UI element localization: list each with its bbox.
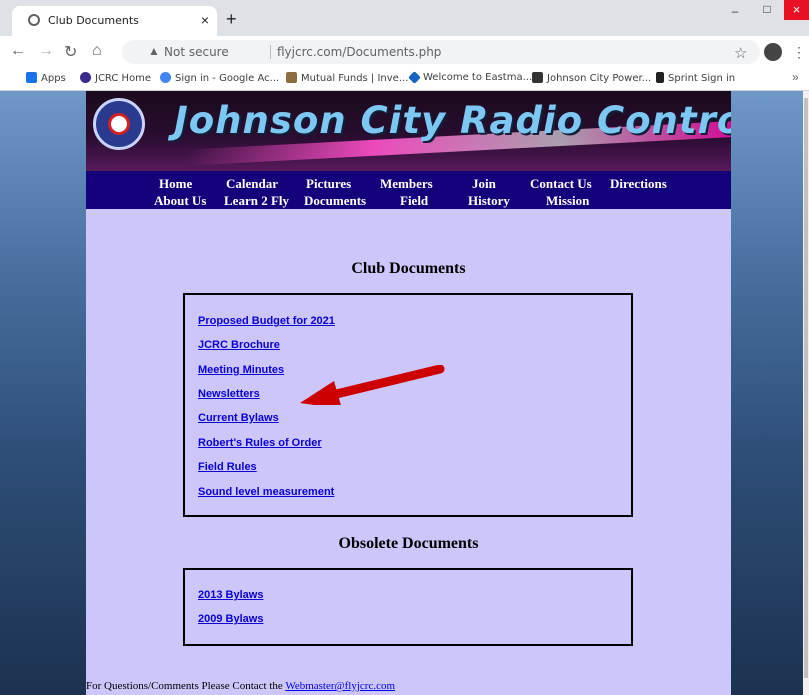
bookmark-sprint[interactable]: Sprint Sign in [656,72,735,84]
nav-pictures[interactable]: Pictures [306,176,351,192]
bookmark-johnson-city-power[interactable]: Johnson City Power... [532,72,651,84]
menu-kebab-icon[interactable]: ⋮ [792,44,806,61]
nav-history[interactable]: History [468,193,510,209]
bookmark-eastman[interactable]: Welcome to Eastma... [408,71,532,84]
nav-members[interactable]: Members [380,176,433,192]
window-maximize-button[interactable]: □ [760,2,774,16]
nav-field[interactable]: Field [400,193,428,209]
site-title: Johnson City Radio Controllers [174,99,731,142]
nav-mission[interactable]: Mission [546,193,589,209]
bookmark-apps[interactable]: Apps [26,72,66,84]
logo-emblem [108,113,130,135]
footer-text: For Questions/Comments Please Contact th… [86,680,286,692]
bookmark-mutual-funds[interactable]: Mutual Funds | Inve... [286,72,408,84]
doc-link-current-bylaws[interactable]: Current Bylaws [198,412,279,424]
mutual-funds-icon [286,72,297,83]
warning-icon: ▲ [148,44,160,58]
home-icon[interactable]: ⌂ [92,42,102,60]
webmaster-email-link[interactable]: Webmaster@flyjcrc.com [285,680,395,692]
site-banner: Johnson City Radio Controllers [86,91,731,171]
bookmarks-bar: Apps JCRC Home Sign in - Google Ac... Mu… [0,68,809,91]
power-board-icon [532,72,543,83]
nav-join[interactable]: Join [472,176,496,192]
google-icon [160,72,171,83]
obsolete-documents-heading: Obsolete Documents [338,535,479,552]
forward-icon[interactable]: → [38,42,54,60]
main-nav: Home Calendar Pictures Members Join Cont… [86,171,731,209]
obsolete-documents-box: 2013 Bylaws 2009 Bylaws [183,568,633,646]
bookmarks-more-icon[interactable]: » [792,70,799,84]
nav-learn-to-fly[interactable]: Learn 2 Fly [224,193,289,209]
reload-icon[interactable]: ↻ [64,42,77,62]
nav-documents[interactable]: Documents [304,193,366,209]
browser-tab[interactable]: Club Documents × [12,6,217,36]
jcrc-favicon-icon [80,72,91,83]
sprint-icon [656,72,664,83]
nav-home[interactable]: Home [159,176,192,192]
browser-toolbar: ← → ↻ ⌂ ▲ Not secure flyjcrc.com/Documen… [0,36,809,68]
club-logo [93,98,145,150]
scrollbar-thumb[interactable] [804,98,808,678]
security-label[interactable]: Not secure [164,45,229,59]
nav-calendar[interactable]: Calendar [226,176,278,192]
page-container: Johnson City Radio Controllers Home Cale… [86,91,731,695]
nav-contact-us[interactable]: Contact Us [530,176,592,192]
doc-link-meeting-minutes[interactable]: Meeting Minutes [198,364,284,376]
profile-avatar[interactable] [764,43,782,61]
doc-link-newsletters[interactable]: Newsletters [198,388,260,400]
bookmark-star-icon[interactable]: ☆ [734,44,747,62]
tab-close-icon[interactable]: × [201,12,209,28]
club-documents-box: Proposed Budget for 2021 JCRC Brochure M… [183,293,633,517]
address-bar[interactable]: ▲ Not secure flyjcrc.com/Documents.php [122,40,760,64]
doc-link-brochure[interactable]: JCRC Brochure [198,339,280,351]
url-text[interactable]: flyjcrc.com/Documents.php [277,45,441,59]
doc-link-2009-bylaws[interactable]: 2009 Bylaws [198,613,263,625]
window-minimize-button[interactable]: – [728,4,742,18]
nav-about-us[interactable]: About Us [154,193,206,209]
omnibox-separator [270,45,271,59]
back-icon[interactable]: ← [10,42,26,60]
red-arrow-annotation [300,365,445,405]
doc-link-sound-level[interactable]: Sound level measurement [198,486,334,498]
tab-title: Club Documents [48,14,139,27]
bookmark-jcrc-home[interactable]: JCRC Home [80,72,151,84]
club-documents-heading: Club Documents [351,260,466,277]
nav-directions[interactable]: Directions [610,176,667,192]
eastman-icon [408,71,421,84]
window-close-button[interactable]: × [784,0,809,20]
page-footer: For Questions/Comments Please Contact th… [86,680,395,692]
doc-link-2013-bylaws[interactable]: 2013 Bylaws [198,589,263,601]
bookmark-google-signin[interactable]: Sign in - Google Ac... [160,72,279,84]
doc-link-field-rules[interactable]: Field Rules [198,461,257,473]
tab-strip: Club Documents × + – □ × [0,0,809,36]
apps-grid-icon [26,72,37,83]
globe-icon [28,14,40,26]
new-tab-button[interactable]: + [226,9,237,30]
page-viewport: Johnson City Radio Controllers Home Cale… [0,91,803,695]
doc-link-roberts-rules[interactable]: Robert's Rules of Order [198,437,322,449]
doc-link-proposed-budget[interactable]: Proposed Budget for 2021 [198,315,335,327]
